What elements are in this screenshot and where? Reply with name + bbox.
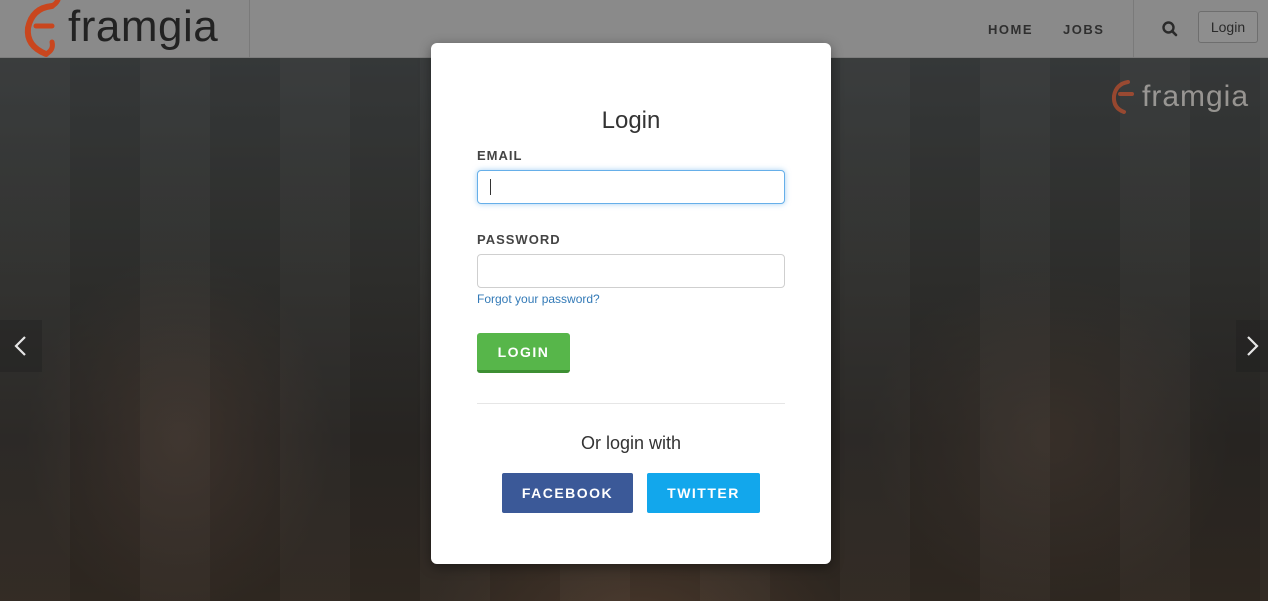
modal-title: Login	[601, 107, 661, 134]
text-cursor	[490, 179, 491, 195]
login-button[interactable]: LOGIN	[477, 333, 570, 373]
watermark-text: framgia	[1142, 80, 1250, 113]
brand-logo[interactable]: framgia	[0, 0, 250, 58]
twitter-login-button[interactable]: TWITTER	[647, 473, 760, 513]
hero-watermark: framgia	[1108, 78, 1249, 116]
carousel-prev-button[interactable]	[0, 320, 42, 372]
framgia-mark-icon	[1111, 80, 1134, 114]
social-login-heading: Or login with	[580, 433, 682, 453]
chevron-right-icon	[1247, 336, 1259, 356]
divider	[477, 403, 785, 404]
chevron-left-icon	[14, 336, 26, 356]
facebook-login-button[interactable]: FACEBOOK	[502, 473, 633, 513]
nav-jobs[interactable]: JOBS	[1063, 22, 1104, 37]
search-icon	[1162, 21, 1178, 37]
password-label: PASSWORD	[477, 232, 561, 247]
brand-name: framgia	[68, 2, 219, 51]
nav-login-button[interactable]: Login	[1198, 11, 1258, 43]
forgot-password-link[interactable]: Forgot your password?	[477, 292, 600, 306]
nav-divider	[1133, 0, 1134, 58]
carousel-next-button[interactable]	[1236, 320, 1268, 372]
login-modal: Login EMAIL PASSWORD Forgot your passwor…	[431, 43, 831, 564]
nav-home[interactable]: HOME	[988, 22, 1033, 37]
search-button[interactable]	[1160, 19, 1180, 39]
framgia-logo-icon	[24, 0, 61, 57]
email-field[interactable]	[477, 170, 785, 204]
password-field[interactable]	[477, 254, 785, 288]
email-label: EMAIL	[477, 148, 523, 163]
